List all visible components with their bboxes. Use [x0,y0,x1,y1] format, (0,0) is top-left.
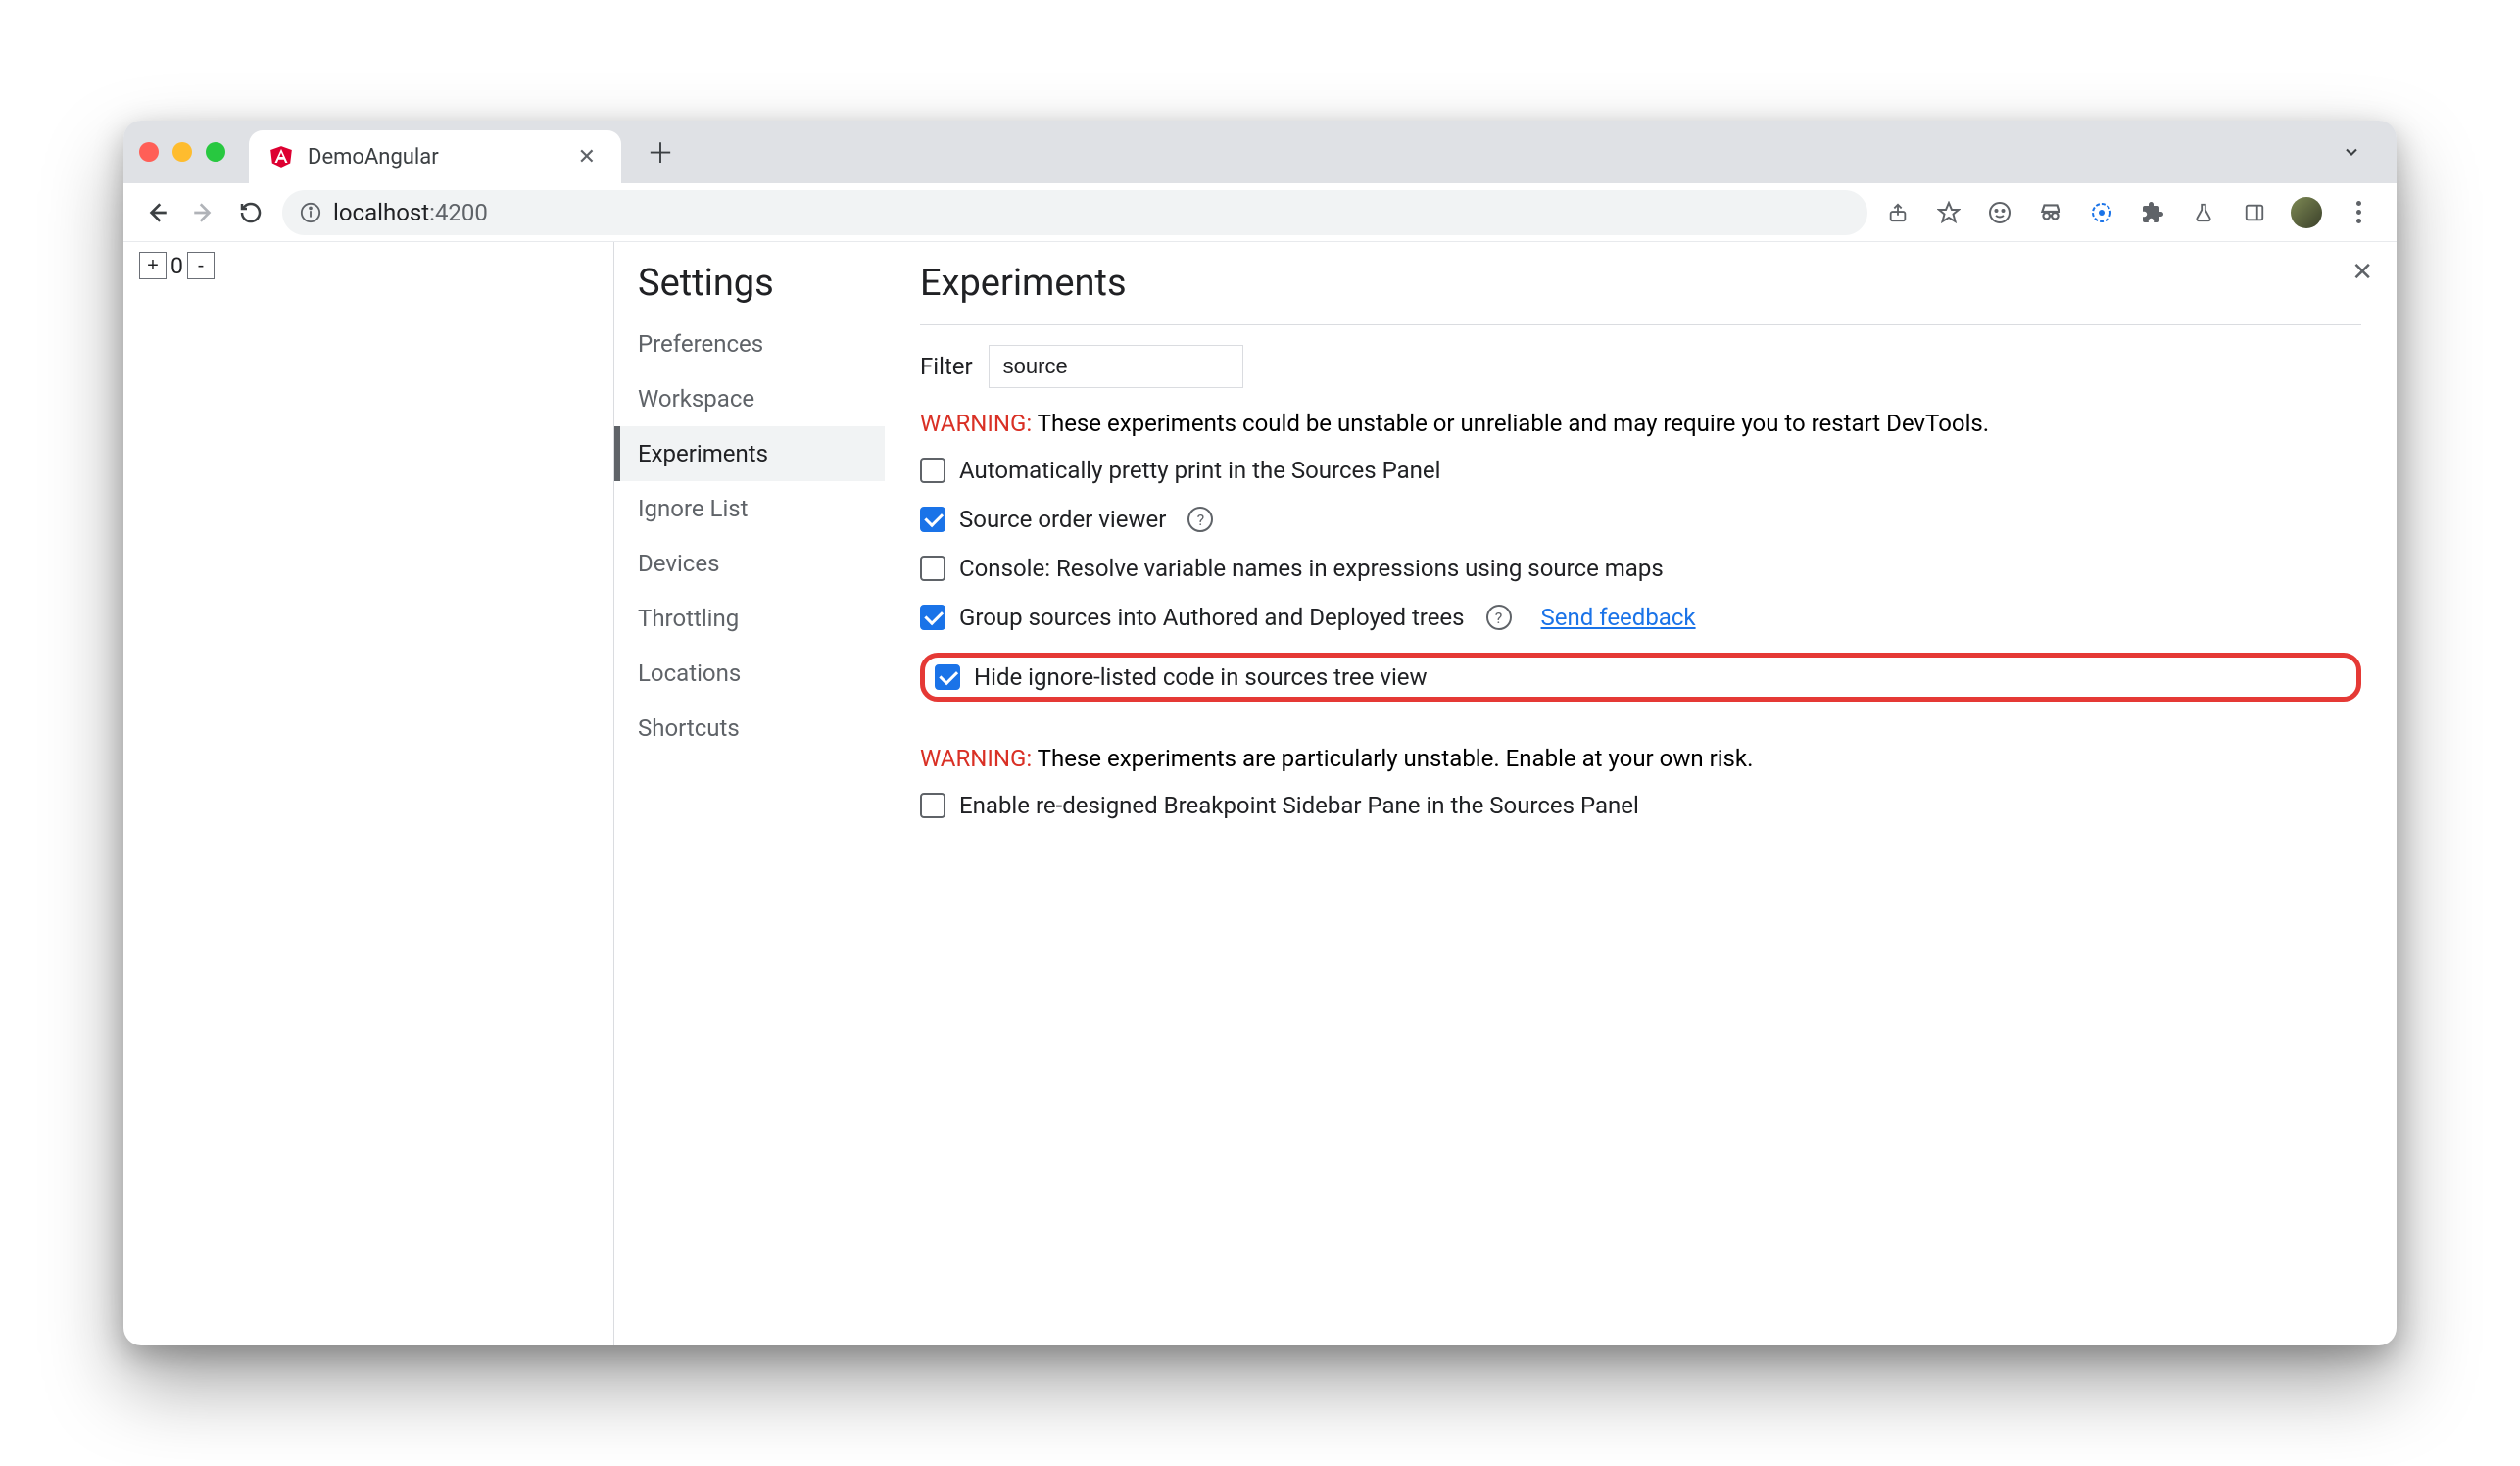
incognito-icon[interactable] [2036,198,2065,227]
extension-face-icon[interactable] [1985,198,2014,227]
browser-menu-icon[interactable] [2344,198,2373,227]
tab-bar: DemoAngular ✕ ＋ [123,121,2397,183]
experiment-group-sources[interactable]: Group sources into Authored and Deployed… [920,604,2361,631]
warning-unstable: WARNING: These experiments could be unst… [920,410,2361,437]
traffic-lights [139,142,225,162]
back-button[interactable] [141,197,172,228]
profile-avatar[interactable] [2291,197,2322,228]
filter-input[interactable] [989,345,1243,388]
bookmark-star-icon[interactable] [1934,198,1963,227]
sidebar-item-preferences[interactable]: Preferences [614,317,885,371]
experiment-pretty-print[interactable]: Automatically pretty print in the Source… [920,457,2361,484]
decrement-button[interactable]: - [187,252,215,279]
sidebar-item-ignore-list[interactable]: Ignore List [614,481,885,536]
checkbox-breakpoint-sidebar[interactable] [920,793,945,818]
checkbox-source-order[interactable] [920,507,945,532]
filter-label: Filter [920,353,973,380]
filter-row: Filter [920,345,2361,388]
counter-widget: + 0 - [139,252,598,279]
site-info-icon[interactable] [300,202,321,223]
close-settings-button[interactable]: ✕ [2351,258,2373,287]
reload-button[interactable] [235,197,267,228]
experiment-label: Source order viewer [959,506,1166,533]
experiment-breakpoint-sidebar[interactable]: Enable re-designed Breakpoint Sidebar Pa… [920,792,2361,819]
experiment-source-order-viewer[interactable]: Source order viewer ? [920,506,2361,533]
help-icon[interactable]: ? [1187,507,1213,532]
tab-list-chevron-icon[interactable] [2322,142,2381,162]
help-icon[interactable]: ? [1486,605,1512,630]
experiment-console-sourcemaps[interactable]: Console: Resolve variable names in expre… [920,555,2361,582]
browser-window: DemoAngular ✕ ＋ localhost:4200 [123,121,2397,1345]
extension-e-icon[interactable] [2087,198,2116,227]
sidebar-item-workspace[interactable]: Workspace [614,371,885,426]
sidebar-item-devices[interactable]: Devices [614,536,885,591]
labs-flask-icon[interactable] [2189,198,2218,227]
sidebar-item-experiments[interactable]: Experiments [614,426,885,481]
window-maximize-button[interactable] [206,142,225,162]
send-feedback-link[interactable]: Send feedback [1541,604,1696,631]
window-close-button[interactable] [139,142,159,162]
tab-close-button[interactable]: ✕ [572,145,602,170]
experiments-list: Automatically pretty print in the Source… [920,457,2361,702]
new-tab-button[interactable]: ＋ [641,132,680,171]
side-panel-icon[interactable] [2240,198,2269,227]
window-minimize-button[interactable] [172,142,192,162]
settings-main-panel: ✕ Experiments Filter WARNING: These expe… [885,242,2397,1345]
page-viewport: + 0 - [123,242,613,1345]
forward-button[interactable] [188,197,219,228]
experiment-hide-ignore-listed[interactable]: Hide ignore-listed code in sources tree … [935,663,1428,691]
sidebar-item-throttling[interactable]: Throttling [614,591,885,646]
checkbox-group-sources[interactable] [920,605,945,630]
toolbar-right [1883,197,2379,228]
checkbox-console-sourcemaps[interactable] [920,556,945,581]
content-area: + 0 - Settings Preferences Workspace Exp… [123,242,2397,1345]
counter-value: 0 [170,253,183,279]
browser-tab[interactable]: DemoAngular ✕ [249,130,621,183]
experiment-label: Enable re-designed Breakpoint Sidebar Pa… [959,792,1639,819]
increment-button[interactable]: + [139,252,167,279]
checkbox-pretty-print[interactable] [920,458,945,483]
toolbar: localhost:4200 [123,183,2397,242]
angular-icon [268,144,294,170]
panel-title: Experiments [920,262,2361,325]
settings-sidebar: Settings Preferences Workspace Experimen… [614,242,885,1345]
experiment-label: Group sources into Authored and Deployed… [959,604,1465,631]
devtools-settings: Settings Preferences Workspace Experimen… [613,242,2397,1345]
highlighted-experiment: Hide ignore-listed code in sources tree … [920,653,2361,702]
checkbox-hide-ignore-listed[interactable] [935,664,960,690]
url-text: localhost:4200 [333,199,488,226]
tab-title: DemoAngular [308,145,558,170]
experiment-label: Console: Resolve variable names in expre… [959,555,1664,582]
extensions-puzzle-icon[interactable] [2138,198,2167,227]
experiment-label: Automatically pretty print in the Source… [959,457,1440,484]
share-icon[interactable] [1883,198,1913,227]
sidebar-item-shortcuts[interactable]: Shortcuts [614,701,885,756]
settings-heading: Settings [614,262,885,317]
sidebar-item-locations[interactable]: Locations [614,646,885,701]
experiments-list-unstable: Enable re-designed Breakpoint Sidebar Pa… [920,792,2361,819]
warning-particularly-unstable: WARNING: These experiments are particula… [920,745,2361,772]
address-bar[interactable]: localhost:4200 [282,190,1867,235]
experiment-label: Hide ignore-listed code in sources tree … [974,663,1428,691]
